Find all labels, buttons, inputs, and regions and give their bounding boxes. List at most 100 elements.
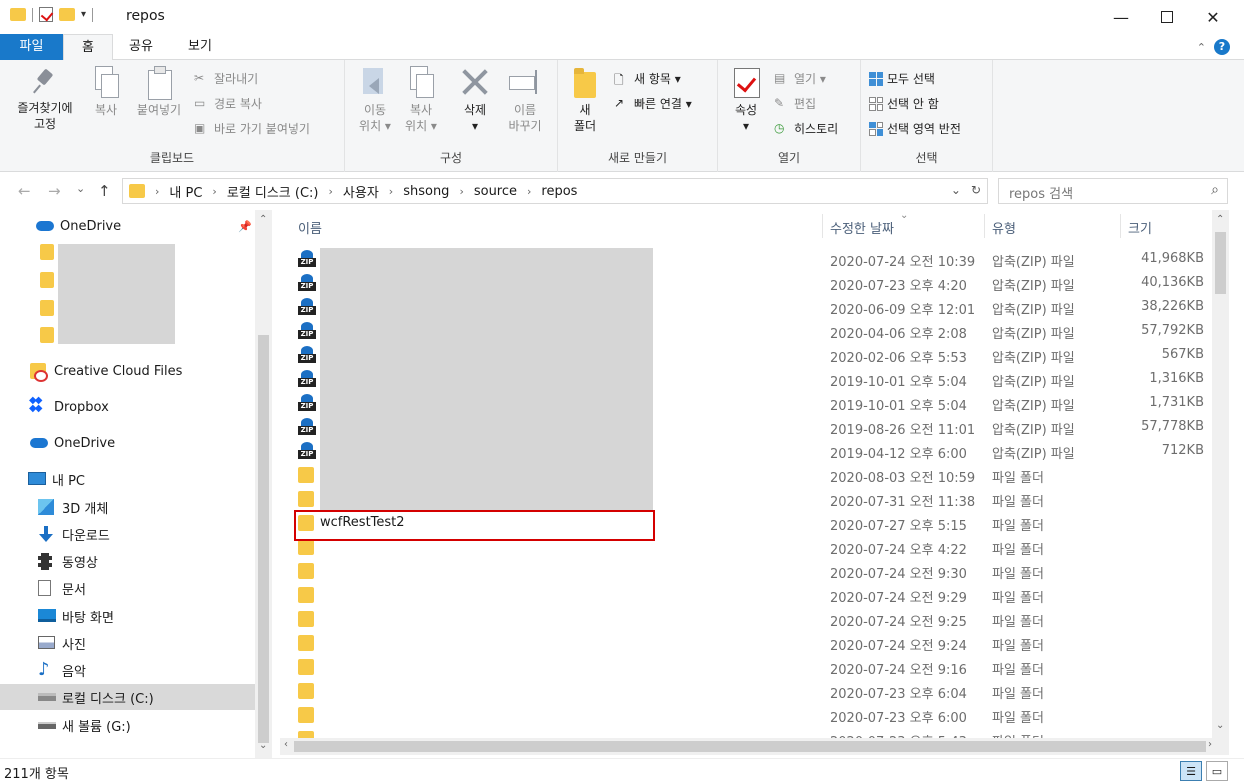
nav-item-documents[interactable]: 문서 [0, 575, 255, 601]
large-icons-view-icon[interactable]: ▭ [1206, 761, 1228, 781]
invert-selection-button[interactable]: 선택 영역 반전 [869, 120, 961, 137]
column-header-name[interactable]: 이름 [298, 218, 322, 237]
rename-button[interactable]: 이름 바꾸기 [503, 66, 547, 134]
back-button[interactable]: ← [18, 182, 31, 200]
copy-button[interactable]: 복사 [86, 66, 126, 118]
scroll-up-icon[interactable]: ⌃ [259, 214, 267, 225]
file-row[interactable]: 2020-07-24 오전 9:24 파일 폴더 [272, 631, 1212, 655]
copy-to-button[interactable]: 복사 위치 ▾ [401, 66, 441, 134]
easy-access-button[interactable]: ↗ 빠른 연결 ▾ [614, 95, 692, 112]
nav-item-desktop[interactable]: 바탕 화면 [0, 603, 255, 629]
chevron-right-icon[interactable]: › [329, 185, 333, 198]
properties-button[interactable]: 속성 ▾ [726, 66, 766, 134]
select-all-button[interactable]: 모두 선택 [869, 70, 935, 87]
nav-item-this-pc[interactable]: 내 PC [0, 466, 255, 492]
forward-button[interactable]: → [48, 182, 61, 200]
scrollbar-thumb[interactable] [258, 335, 269, 743]
file-row[interactable]: 2020-07-24 오전 9:25 파일 폴더 [272, 607, 1212, 631]
close-button[interactable]: ✕ [1190, 0, 1236, 34]
scroll-right-icon[interactable]: › [1208, 739, 1212, 750]
nav-item-onedrive[interactable]: OneDrive 📌 [0, 213, 255, 239]
search-icon[interactable]: ⌕ [1211, 182, 1219, 198]
nav-item-videos[interactable]: 동영상 [0, 548, 255, 574]
customize-toolbar-chevron-icon[interactable]: ▾ [81, 9, 86, 20]
file-row[interactable]: 2020-07-23 오후 6:04 파일 폴더 [272, 679, 1212, 703]
column-header-type[interactable]: 유형 [992, 218, 1016, 237]
nav-item-local-disk-c[interactable]: 로컬 디스크 (C:) [0, 684, 255, 710]
file-row[interactable]: 2020-07-24 오전 9:30 파일 폴더 [272, 559, 1212, 583]
file-row[interactable]: 2020-07-23 오후 6:00 파일 폴더 [272, 703, 1212, 727]
details-view-icon[interactable]: ☰ [1180, 761, 1202, 781]
delete-dropdown-icon[interactable]: ▾ [455, 118, 495, 134]
maximize-button[interactable] [1144, 0, 1190, 34]
paste-button[interactable]: 붙여넣기 [130, 66, 188, 118]
nav-item-music[interactable]: ♪ 음악 [0, 657, 255, 683]
scrollbar-thumb[interactable] [294, 741, 1206, 752]
chevron-right-icon[interactable]: › [389, 185, 393, 198]
breadcrumb-source[interactable]: source [474, 184, 517, 199]
nav-scrollbar[interactable]: ⌃ ⌄ [255, 210, 272, 758]
tab-home[interactable]: 홈 [63, 34, 113, 61]
move-to-button[interactable]: 이동 위치 ▾ [355, 66, 395, 134]
scrollbar-thumb[interactable] [1215, 232, 1226, 294]
search-input[interactable]: repos 검색 ⌕ [998, 178, 1228, 204]
history-button[interactable]: ◷ 히스토리 [774, 120, 838, 137]
tab-share[interactable]: 공유 [113, 34, 169, 60]
nav-item-label: 사진 [62, 637, 86, 653]
up-button[interactable]: ↑ [98, 182, 111, 200]
file-row[interactable]: 2020-07-24 오전 9:16 파일 폴더 [272, 655, 1212, 679]
column-header-date[interactable]: 수정한 날짜 [830, 218, 894, 237]
properties-icon[interactable] [39, 7, 53, 22]
breadcrumb-users[interactable]: 사용자 [343, 182, 379, 201]
collapse-ribbon-icon[interactable]: ⌃ [1197, 41, 1206, 54]
open-button[interactable]: ▤ 열기 ▾ [774, 70, 826, 87]
scroll-up-icon[interactable]: ⌃ [1216, 214, 1224, 225]
breadcrumb-this-pc[interactable]: 내 PC [169, 182, 202, 201]
chevron-right-icon[interactable]: › [527, 185, 531, 198]
column-header-size[interactable]: 크기 [1128, 218, 1152, 237]
tab-view[interactable]: 보기 [169, 34, 231, 60]
tab-file[interactable]: 파일 [0, 34, 63, 60]
nav-item-dropbox[interactable]: Dropbox [0, 394, 255, 420]
new-folder-icon[interactable] [59, 8, 75, 21]
cut-button[interactable]: ✂ 잘라내기 [194, 70, 258, 87]
edit-button[interactable]: ✎ 편집 [774, 95, 816, 112]
chevron-right-icon[interactable]: › [459, 185, 463, 198]
breadcrumb-repos[interactable]: repos [541, 184, 577, 199]
delete-button[interactable]: 삭제 ▾ [455, 66, 495, 134]
column-divider[interactable] [822, 214, 823, 238]
select-none-button[interactable]: 선택 안 함 [869, 95, 939, 112]
refresh-icon[interactable]: ↻ [971, 183, 981, 197]
chevron-right-icon[interactable]: › [155, 185, 159, 198]
chevron-right-icon[interactable]: › [212, 185, 216, 198]
scroll-down-icon[interactable]: ⌄ [259, 740, 267, 751]
file-list-scrollbar[interactable]: ⌃ ⌄ [1212, 210, 1229, 738]
copy-path-button[interactable]: ▭ 경로 복사 [194, 95, 262, 112]
nav-item-onedrive-2[interactable]: OneDrive [0, 430, 255, 456]
help-icon[interactable]: ? [1214, 39, 1230, 55]
scroll-left-icon[interactable]: ‹ [284, 739, 288, 750]
minimize-button[interactable]: — [1098, 0, 1144, 34]
nav-item-3d-objects[interactable]: 3D 개체 [0, 494, 255, 520]
properties-dropdown-icon[interactable]: ▾ [726, 118, 766, 134]
column-divider[interactable] [1120, 214, 1121, 238]
nav-item-volume-g[interactable]: 새 볼륨 (G:) [0, 712, 255, 738]
address-dropdown-icon[interactable]: ⌄ [951, 183, 961, 197]
pin-icon[interactable]: 📌 [238, 220, 252, 233]
recent-locations-button[interactable]: ⌄ [76, 182, 85, 195]
new-item-button[interactable]: 🗋 새 항목 ▾ [614, 70, 681, 87]
scroll-down-icon[interactable]: ⌄ [1216, 720, 1224, 731]
nav-item-downloads[interactable]: 다운로드 [0, 521, 255, 547]
file-row[interactable]: 2020-07-24 오전 9:29 파일 폴더 [272, 583, 1212, 607]
pin-to-quick-access-button[interactable]: 즐겨찾기에 고정 [8, 66, 82, 132]
nav-item-creative-cloud[interactable]: Creative Cloud Files [0, 358, 255, 384]
breadcrumb-shsong[interactable]: shsong [403, 184, 449, 199]
nav-item-pictures[interactable]: 사진 [0, 630, 255, 656]
file-type: 파일 폴더 [992, 567, 1044, 582]
breadcrumb-local-disk[interactable]: 로컬 디스크 (C:) [227, 182, 319, 201]
column-divider[interactable] [984, 214, 985, 238]
new-folder-button[interactable]: 새 폴더 [568, 66, 602, 134]
paste-shortcut-button[interactable]: ▣ 바로 가기 붙여넣기 [194, 120, 310, 137]
address-bar[interactable]: › 내 PC › 로컬 디스크 (C:) › 사용자 › shsong › so… [122, 178, 988, 204]
horizontal-scrollbar[interactable]: ‹ › [280, 738, 1229, 755]
